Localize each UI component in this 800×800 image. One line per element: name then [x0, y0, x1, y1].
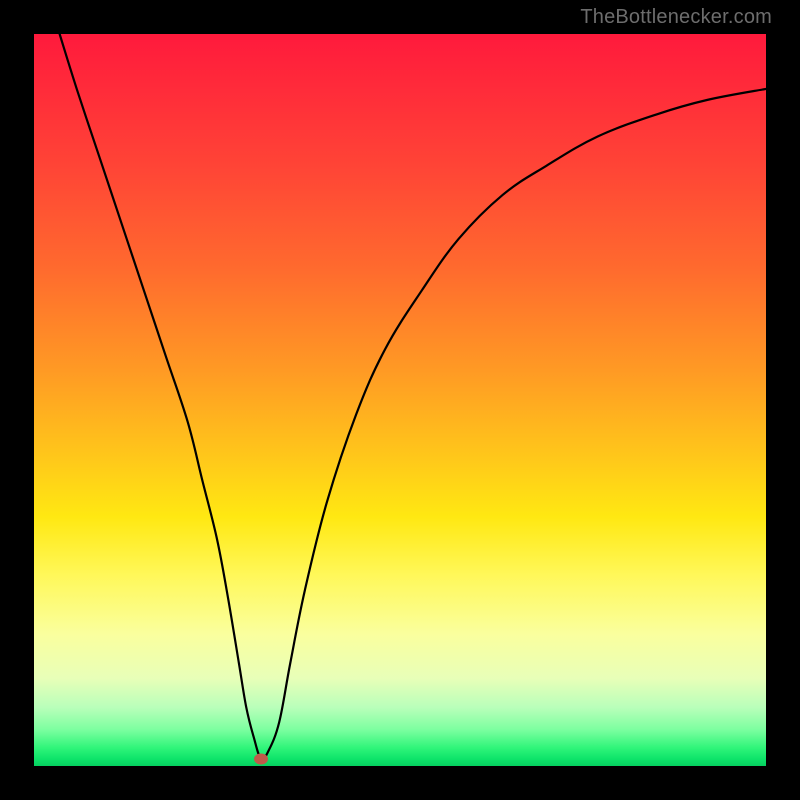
chart-frame: TheBottlenecker.com [0, 0, 800, 800]
plot-area [34, 34, 766, 766]
attribution-text: TheBottlenecker.com [580, 6, 772, 29]
bottleneck-curve [60, 34, 766, 760]
optimum-marker [254, 753, 268, 764]
curve-svg [34, 34, 766, 766]
